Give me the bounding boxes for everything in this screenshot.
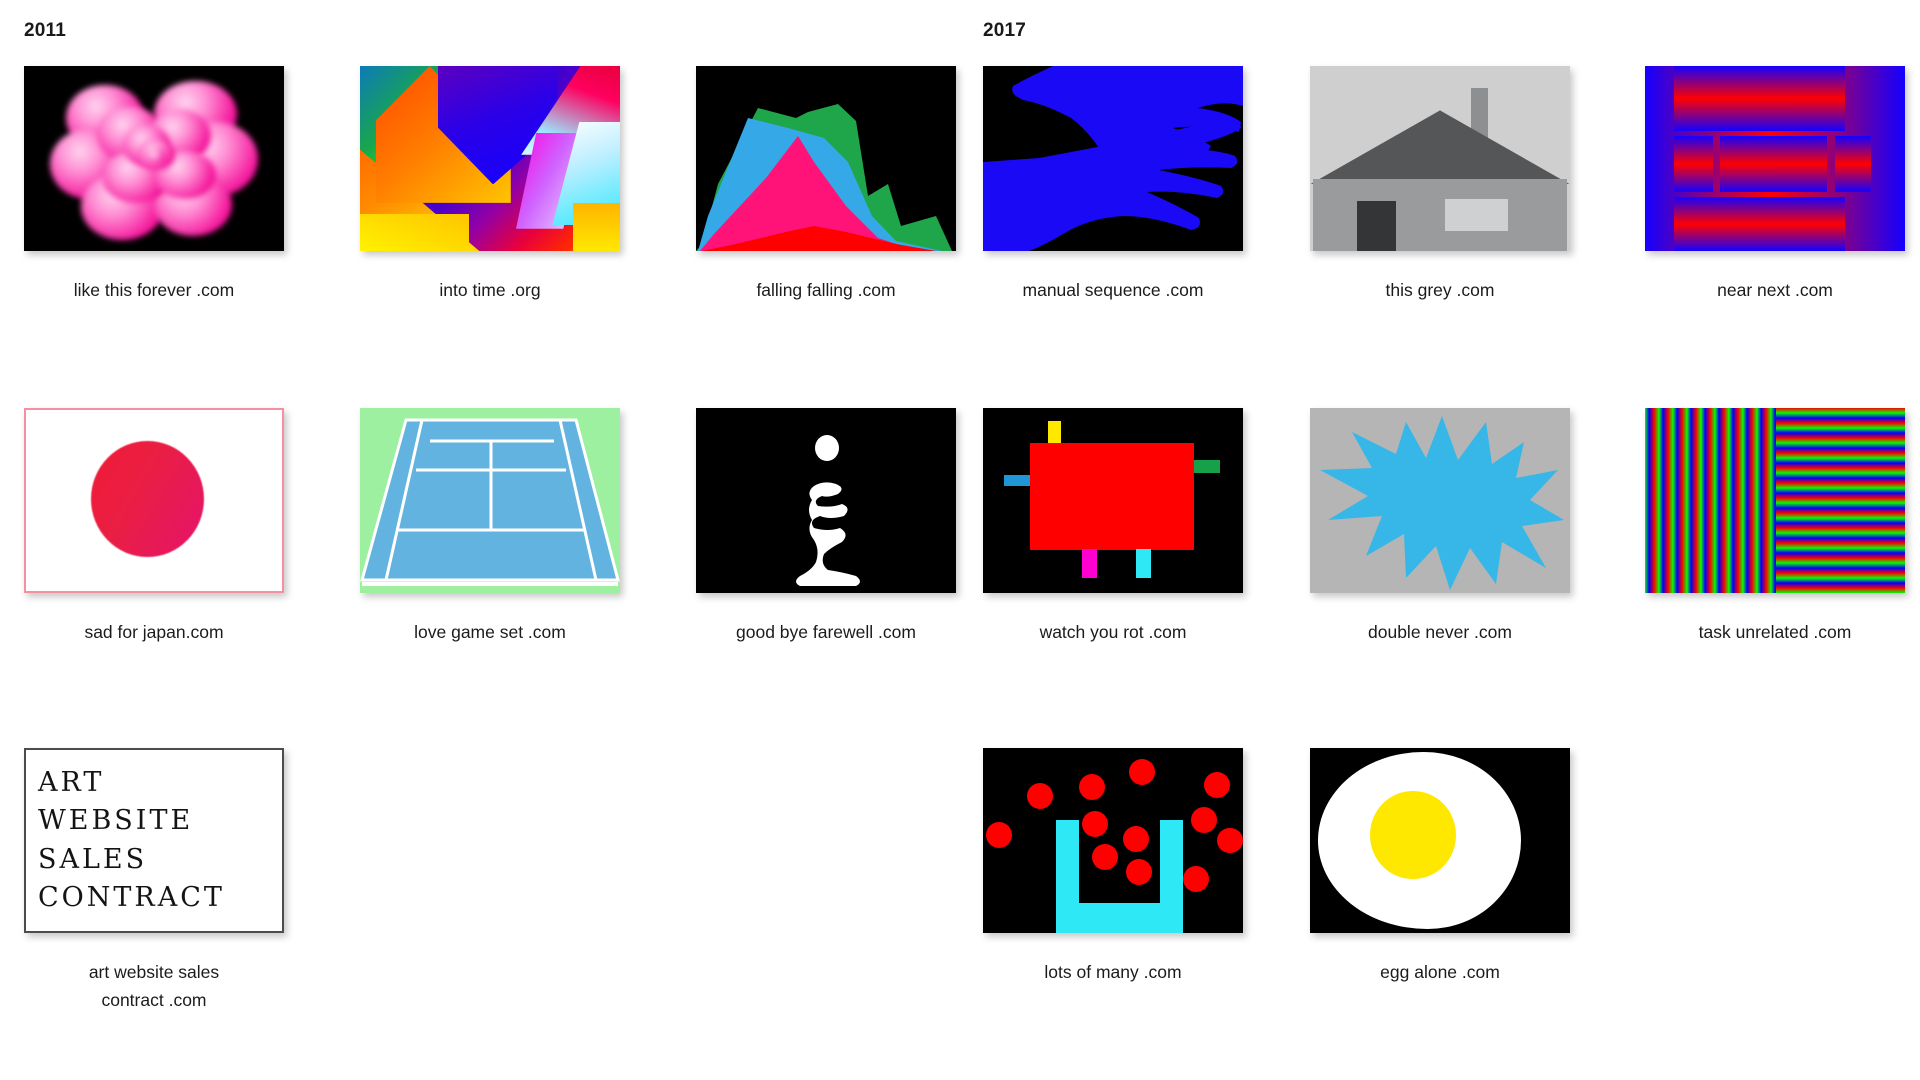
artwork-item-lots-of-many[interactable]: lots of many .com: [983, 748, 1263, 986]
caption-line-1: art website sales: [88, 962, 220, 982]
artwork-item-egg-alone[interactable]: egg alone .com: [1310, 748, 1590, 986]
artwork-caption: manual sequence .com: [1022, 280, 1204, 300]
thumbnail-love-game-set[interactable]: [360, 408, 620, 593]
thumbnail-art-website-sales-contract[interactable]: ART WEBSITE SALES CONTRACT: [24, 748, 284, 933]
artwork-item-manual-sequence[interactable]: manual sequence .com: [983, 66, 1263, 304]
artwork-caption: love game set .com: [414, 622, 566, 642]
gradient-artwork: [360, 66, 620, 251]
thumbnail-near-next[interactable]: [1645, 66, 1905, 251]
thumbnail-sad-for-japan[interactable]: [24, 408, 284, 593]
artwork-item-good-bye-farewell[interactable]: good bye farewell .com: [696, 408, 976, 646]
thumbnail-falling-falling[interactable]: [696, 66, 956, 251]
rot-block-artwork: [983, 408, 1243, 593]
thumbnail-lots-of-many[interactable]: [983, 748, 1243, 933]
egg-yolk: [1369, 790, 1456, 880]
sun-disc: [91, 440, 204, 557]
thumbnail-good-bye-farewell[interactable]: [696, 408, 956, 593]
frame-gradient-artwork: [1645, 66, 1905, 251]
artwork-item-watch-you-rot[interactable]: watch you rot .com: [983, 408, 1263, 646]
thumbnail-like-this-forever[interactable]: [24, 66, 284, 251]
wall-shape: [1312, 178, 1568, 251]
caption-line-2: contract .com: [101, 990, 207, 1010]
artwork-caption: falling falling .com: [756, 280, 896, 300]
thumbnail-this-grey[interactable]: [1310, 66, 1570, 251]
artwork-item-near-next[interactable]: near next .com: [1645, 66, 1920, 304]
rose-artwork: [24, 66, 284, 251]
artwork-caption: good bye farewell .com: [736, 622, 916, 642]
artwork-item-double-never[interactable]: double never .com: [1310, 408, 1590, 646]
artwork-caption: lots of many .com: [1044, 962, 1182, 982]
artwork-caption: like this forever .com: [73, 280, 235, 300]
artwork-grid-page: 2011 2017 like this forever .com into ti…: [0, 0, 1920, 1080]
artwork-caption: near next .com: [1717, 280, 1833, 300]
roof-shape: [1310, 110, 1570, 185]
artwork-caption: into time .org: [439, 280, 541, 300]
artwork-item-love-game-set[interactable]: love game set .com: [360, 408, 640, 646]
artwork-caption: egg alone .com: [1380, 962, 1500, 982]
artwork-caption: double never .com: [1368, 622, 1512, 642]
thumbnail-watch-you-rot[interactable]: [983, 408, 1243, 593]
thumbnail-task-unrelated[interactable]: [1645, 408, 1905, 593]
artwork-item-sad-for-japan[interactable]: sad for japan.com: [24, 408, 304, 646]
house-artwork: [1310, 66, 1570, 251]
artwork-caption: sad for japan.com: [84, 622, 224, 642]
contract-document-artwork: ART WEBSITE SALES CONTRACT: [24, 748, 284, 933]
thumbnail-manual-sequence[interactable]: [983, 66, 1243, 251]
hands-artwork: [983, 66, 1243, 251]
thumbnail-into-time[interactable]: [360, 66, 620, 251]
red-block: [1029, 443, 1194, 551]
thumbnail-egg-alone[interactable]: [1310, 748, 1570, 933]
window-shape: [1445, 199, 1508, 231]
contract-line-2: WEBSITE: [38, 805, 194, 837]
japan-flag-artwork: [24, 408, 284, 593]
artwork-item-like-this-forever[interactable]: like this forever .com: [24, 66, 304, 304]
artwork-caption: art website sales contract .com: [24, 958, 284, 1014]
contract-line-3: SALES: [38, 843, 148, 875]
thumbnail-grid: like this forever .com into time .org fa…: [0, 0, 1920, 1080]
artwork-item-falling-falling[interactable]: falling falling .com: [696, 66, 976, 304]
contract-line-4: CONTRACT: [38, 881, 225, 913]
artwork-caption: task unrelated .com: [1698, 622, 1852, 642]
horizontal-stripes: [1776, 408, 1905, 593]
artwork-item-into-time[interactable]: into time .org: [360, 66, 640, 304]
rgb-stripes-artwork: [1645, 408, 1905, 593]
dots-artwork: [983, 748, 1243, 933]
artwork-item-task-unrelated[interactable]: task unrelated .com: [1645, 408, 1920, 646]
egg-artwork: [1310, 748, 1570, 933]
thumbnail-double-never[interactable]: [1310, 408, 1570, 593]
starburst-artwork: [1310, 408, 1570, 593]
area-chart-artwork: [696, 66, 956, 251]
artwork-item-art-website-sales-contract[interactable]: ART WEBSITE SALES CONTRACT art website s…: [24, 748, 304, 1014]
artwork-item-this-grey[interactable]: this grey .com: [1310, 66, 1590, 304]
tennis-court-artwork: [360, 408, 620, 593]
contract-line-1: ART: [38, 766, 105, 798]
figure-artwork: [696, 408, 956, 593]
vertical-stripes: [1645, 408, 1777, 593]
artwork-caption: watch you rot .com: [1039, 622, 1187, 642]
door-shape: [1356, 201, 1396, 251]
artwork-caption: this grey .com: [1385, 280, 1495, 300]
